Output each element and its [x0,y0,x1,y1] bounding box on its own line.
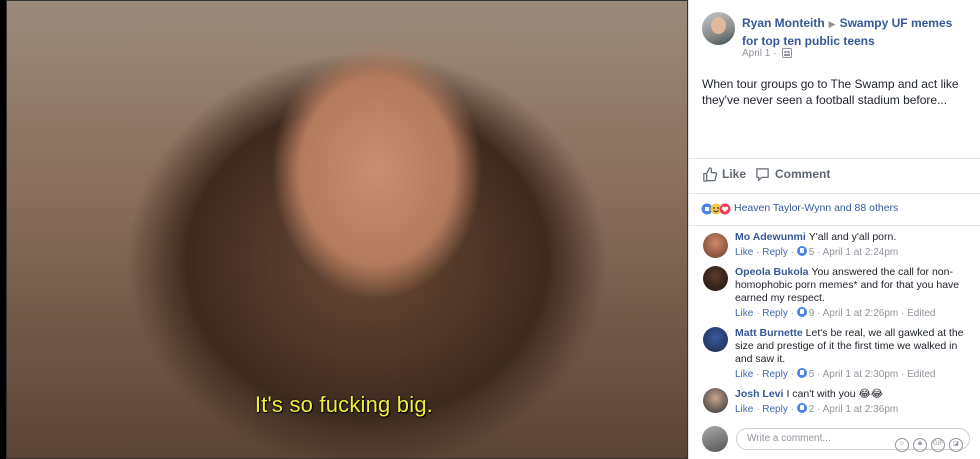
write-comment-row: ☺ ◉ GIF ◪ [689,424,980,454]
divider [689,225,980,226]
comment-reply-link[interactable]: Reply [762,404,788,415]
like-badge-icon [796,307,807,317]
comment-like-count[interactable]: 5 [809,369,815,380]
author-name[interactable]: Ryan Monteith [742,16,825,30]
emoji-icon[interactable]: ☺ [895,438,909,452]
comment-body: Josh Levi I can't with you 😂😂 Like · Repl… [735,388,975,416]
post-actions: Like Comment [689,158,980,194]
comment-author[interactable]: Matt Burnette [735,327,803,339]
comment-box[interactable]: ☺ ◉ GIF ◪ [736,428,970,452]
post-media[interactable]: It's so fucking big. [0,0,688,459]
commenter-avatar[interactable] [703,327,728,352]
comment-author[interactable]: Josh Levi [735,388,783,400]
like-badge-icon [796,403,807,413]
camera-icon[interactable]: ◉ [913,438,927,452]
comment-edited[interactable]: Edited [907,369,935,380]
comment-body: Mo Adewunmi Y'all and y'all porn. Like · … [735,231,975,259]
comment-bubble-icon [756,168,769,182]
comment-meta: Like · Reply · 9 · April 1 at 2:26pm · E… [735,307,936,319]
commenter-avatar[interactable] [703,233,728,258]
comment-author[interactable]: Mo Adewunmi [735,231,806,243]
comment-body: Matt Burnette Let's be real, we all gawke… [735,327,975,381]
arrow-right-icon: ▶ [828,19,836,29]
post-header: Ryan Monteith ▶ Swampy UF memes for top te… [742,15,967,50]
comment-like-link[interactable]: Like [735,308,753,319]
comment-body: Opeola Bukola You answered the call for n… [735,266,975,320]
comment-button[interactable]: Comment [755,167,830,182]
commenter-avatar[interactable] [703,388,728,413]
comment-meta: Like · Reply · 2 · April 1 at 2:36pm [735,403,899,415]
gif-icon[interactable]: GIF [931,438,945,452]
audience-group-icon [782,48,793,61]
post-text: When tour groups go to The Swamp and act… [702,77,959,107]
comment-reply-link[interactable]: Reply [762,308,788,319]
comment-like-count[interactable]: 2 [809,404,815,415]
sticker-icon[interactable]: ◪ [949,438,963,452]
comment-meta: Like · Reply · 5 · April 1 at 2:24pm [735,246,899,258]
comment-edited[interactable]: Edited [907,308,935,319]
comment-text: I can't with you 😂😂 [786,388,884,400]
reaction-icons [701,203,731,218]
comment-time[interactable]: April 1 at 2:24pm [823,247,899,258]
gif-frame [6,0,688,459]
comment-reply-link[interactable]: Reply [762,247,788,258]
comment-text: Y'all and y'all porn. [808,231,897,243]
comment-like-count[interactable]: 5 [809,247,815,258]
comment-like-link[interactable]: Like [735,369,753,380]
post-side-panel: Ryan Monteith ▶ Swampy UF memes for top te… [688,0,980,459]
author-avatar[interactable] [702,12,735,45]
comment-like-link[interactable]: Like [735,404,753,415]
like-badge-icon [796,368,807,378]
comment-meta: Like · Reply · 5 · April 1 at 2:30pm · E… [735,368,936,380]
media-subtitle: It's so fucking big. [254,392,434,417]
reactions-text[interactable]: Heaven Taylor-Wynn and 88 others [734,202,898,214]
reactions-summary[interactable]: Heaven Taylor-Wynn and 88 others [701,202,898,218]
thumbs-up-icon [703,167,718,182]
current-user-avatar [702,426,728,452]
like-button[interactable]: Like [702,167,746,182]
comment-reply-link[interactable]: Reply [762,369,788,380]
post-date[interactable]: April 1 [742,48,770,59]
comment-time[interactable]: April 1 at 2:26pm [823,308,899,319]
comment-like-link[interactable]: Like [735,247,753,258]
comment-like-count[interactable]: 9 [809,308,815,319]
comment-time[interactable]: April 1 at 2:36pm [823,404,899,415]
comment-tools: ☺ ◉ GIF ◪ [891,432,963,452]
post-meta: April 1 · [742,48,793,61]
commenter-avatar[interactable] [703,266,728,291]
comment-input[interactable] [745,432,889,445]
like-badge-icon [796,246,807,256]
comment-author[interactable]: Opeola Bukola [735,266,809,278]
comment-time[interactable]: April 1 at 2:30pm [823,369,899,380]
